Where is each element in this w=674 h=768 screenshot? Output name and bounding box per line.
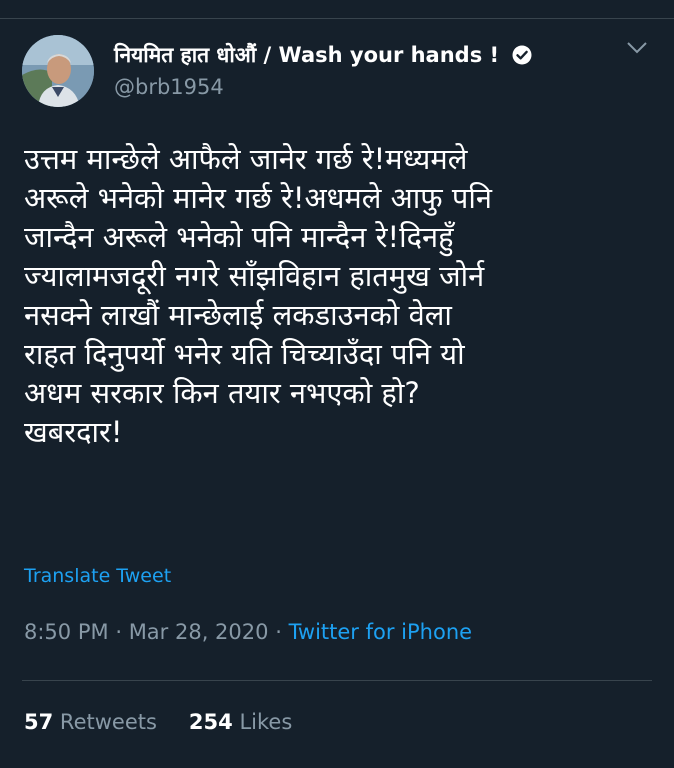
meta-divider — [22, 680, 652, 681]
display-name[interactable]: नियमित हात धोऔं / Wash your hands ! — [114, 41, 532, 69]
retweets-stat[interactable]: 57 Retweets — [24, 710, 157, 734]
likes-count: 254 — [188, 710, 233, 734]
user-handle[interactable]: @brb1954 — [114, 75, 224, 99]
chevron-down-icon[interactable] — [626, 41, 648, 55]
avatar[interactable] — [22, 35, 94, 107]
tweet-meta: 8:50 PM · Mar 28, 2020 · Twitter for iPh… — [24, 620, 472, 644]
meta-separator: · — [275, 620, 282, 644]
tweet-time: 8:50 PM — [24, 620, 109, 644]
retweets-label: Retweets — [59, 710, 157, 734]
likes-stat[interactable]: 254 Likes — [189, 710, 292, 734]
likes-label: Likes — [239, 710, 293, 734]
tweet-header: नियमित हात धोऔं / Wash your hands ! @brb… — [22, 35, 652, 110]
profile-photo-icon — [22, 35, 94, 107]
top-divider — [0, 18, 674, 19]
meta-separator: · — [115, 620, 122, 644]
tweet-source-link[interactable]: Twitter for iPhone — [289, 620, 473, 644]
verified-badge-icon — [512, 45, 532, 65]
tweet-stats: 57 Retweets 254 Likes — [24, 710, 292, 734]
tweet-date: Mar 28, 2020 — [128, 620, 269, 644]
translate-tweet-link[interactable]: Translate Tweet — [24, 565, 171, 587]
tweet-text: उत्तम मान्छेले आफैले जानेर गर्छ रे!मध्यम… — [24, 142, 492, 449]
display-name-text: नियमित हात धोऔं / Wash your hands ! — [114, 43, 500, 67]
retweets-count: 57 — [24, 710, 54, 734]
